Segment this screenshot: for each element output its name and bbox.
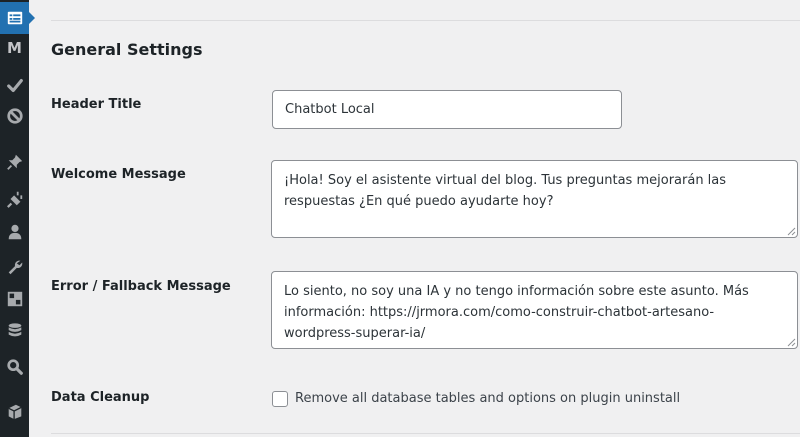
divider	[51, 20, 800, 21]
sidebar-item-database[interactable]	[0, 316, 29, 346]
welcome-message-text: ¡Hola! Soy el asistente virtual del blog…	[284, 173, 727, 209]
header-title-input[interactable]: Chatbot Local	[272, 90, 622, 129]
data-cleanup-checkbox[interactable]	[272, 391, 288, 407]
users-icon	[8, 224, 21, 240]
plugins-icon	[6, 191, 22, 208]
error-message-textarea[interactable]: Lo siento, no soy una IA y no tengo info…	[271, 271, 798, 349]
sidebar-item-check[interactable]	[0, 71, 29, 101]
settings-content: General Settings Header Title Chatbot Lo…	[29, 0, 800, 437]
divider	[51, 433, 800, 434]
sidebar-item-grid[interactable]	[0, 284, 29, 314]
welcome-message-textarea[interactable]: ¡Hola! Soy el asistente virtual del blog…	[271, 160, 798, 238]
sidebar-item-m[interactable]: M	[0, 33, 29, 63]
settings-form-icon	[7, 11, 22, 25]
sidebar-item-box[interactable]	[0, 396, 29, 426]
grid-icon	[7, 291, 22, 307]
search-icon	[6, 359, 23, 375]
error-message-text: Lo siento, no soy una IA y no tengo info…	[284, 284, 749, 341]
sidebar-item-search[interactable]	[0, 352, 29, 382]
database-icon	[8, 323, 21, 337]
welcome-message-label: Welcome Message	[51, 167, 186, 182]
sidebar-item-posts[interactable]	[0, 147, 29, 177]
section-title: General Settings	[51, 40, 203, 59]
error-message-label: Error / Fallback Message	[51, 279, 231, 294]
resize-grip-icon[interactable]	[787, 338, 796, 347]
sidebar-item-users[interactable]	[0, 217, 29, 247]
header-title-label: Header Title	[51, 97, 142, 112]
sidebar-item-tools[interactable]	[0, 252, 29, 282]
pin-icon	[6, 154, 22, 170]
sidebar-item-settings[interactable]	[0, 2, 35, 34]
box-icon	[7, 404, 22, 420]
data-cleanup-checkbox-label[interactable]: Remove all database tables and options o…	[295, 391, 680, 406]
sidebar-item-plugins[interactable]	[0, 184, 29, 214]
sidebar-item-block[interactable]	[0, 101, 29, 131]
admin-sidebar: M	[0, 0, 35, 437]
blocked-circle-icon	[6, 108, 23, 124]
m-logo-icon: M	[7, 38, 22, 57]
data-cleanup-label: Data Cleanup	[51, 390, 150, 405]
checkmark-icon	[6, 79, 23, 93]
tools-wrench-icon	[8, 260, 22, 275]
resize-grip-icon[interactable]	[787, 227, 796, 236]
